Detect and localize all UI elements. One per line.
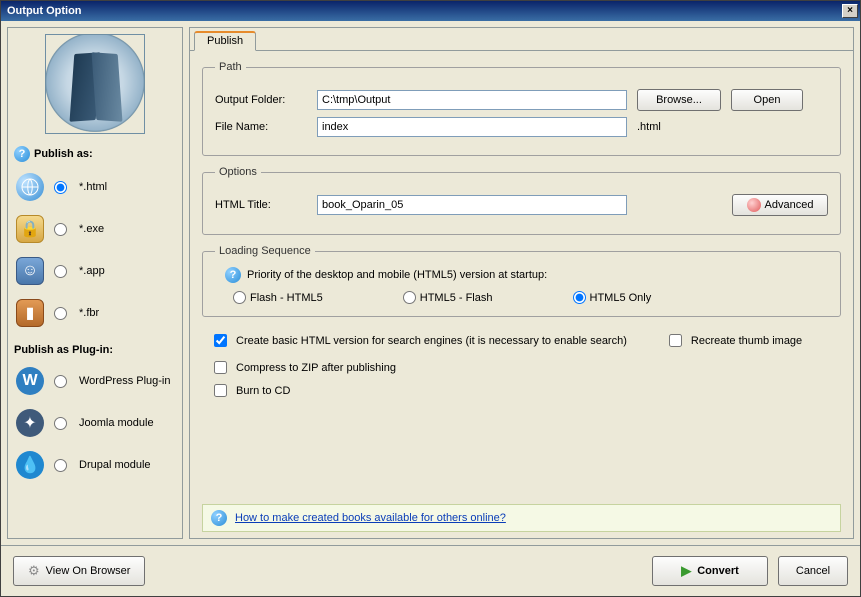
options-legend: Options (215, 166, 261, 178)
close-icon[interactable]: × (842, 4, 858, 18)
burn-check-row[interactable]: Burn to CD (210, 381, 841, 400)
burn-checkbox[interactable] (214, 384, 227, 397)
footer: ⚙ View On Browser ▶ Convert Cancel (1, 545, 860, 596)
info-link[interactable]: How to make created books available for … (235, 512, 506, 524)
package-icon: 🔒 (16, 215, 44, 243)
cancel-button[interactable]: Cancel (778, 556, 848, 586)
tab-publish-label: Publish (207, 35, 243, 47)
basic-html-check-label: Create basic HTML version for search eng… (236, 335, 627, 347)
body-area: ? Publish as: *.html 🔒 *.exe ☺ *.app (1, 21, 860, 545)
loading-flash-html5-label: Flash - HTML5 (250, 292, 323, 304)
recreate-thumb-checkbox[interactable] (669, 334, 682, 347)
publish-as-wordpress-radio[interactable] (54, 375, 67, 388)
publish-as-drupal-radio[interactable] (54, 459, 67, 472)
publish-as-exe-row[interactable]: 🔒 *.exe (14, 210, 176, 248)
publish-as-app-row[interactable]: ☺ *.app (14, 252, 176, 290)
joomla-icon: ✦ (16, 409, 44, 437)
recreate-thumb-check-label: Recreate thumb image (691, 335, 802, 347)
book-icon: ▮ (16, 299, 44, 327)
publish-as-wordpress-label: WordPress Plug-in (79, 375, 171, 387)
loading-sequence-group: Loading Sequence ? Priority of the deskt… (202, 245, 841, 317)
convert-button[interactable]: ▶ Convert (652, 556, 768, 586)
zip-check-label: Compress to ZIP after publishing (236, 362, 396, 374)
advanced-button[interactable]: Advanced (732, 194, 828, 216)
plugin-heading: Publish as Plug-in: (14, 344, 113, 356)
book-banner-image (45, 34, 145, 134)
help-icon[interactable]: ? (211, 510, 227, 526)
info-bar: ? How to make created books available fo… (202, 504, 841, 532)
zip-checkbox[interactable] (214, 361, 227, 374)
plugin-heading-row: Publish as Plug-in: (14, 344, 176, 356)
help-icon[interactable]: ? (14, 146, 30, 162)
publish-as-exe-label: *.exe (79, 223, 104, 235)
file-name-input[interactable] (317, 117, 627, 137)
tab-publish[interactable]: Publish (194, 31, 256, 51)
drupal-icon: 💧 (16, 451, 44, 479)
loading-html5-only-radio[interactable] (573, 291, 586, 304)
browse-button[interactable]: Browse... (637, 89, 721, 111)
loading-html5-flash-radio[interactable] (403, 291, 416, 304)
publish-as-fbr-label: *.fbr (79, 307, 99, 319)
open-button[interactable]: Open (731, 89, 803, 111)
html-title-label: HTML Title: (215, 199, 307, 211)
recreate-thumb-check-row[interactable]: Recreate thumb image (665, 331, 802, 350)
publish-as-heading: Publish as: (34, 148, 93, 160)
loading-flash-html5-row[interactable]: Flash - HTML5 (233, 291, 323, 304)
finder-icon: ☺ (16, 257, 44, 285)
path-legend: Path (215, 61, 246, 73)
path-group: Path Output Folder: Browse... Open File … (202, 61, 841, 156)
file-name-label: File Name: (215, 121, 307, 133)
publish-as-app-radio[interactable] (54, 265, 67, 278)
gear-icon: ⚙ (28, 563, 40, 579)
loading-html5-flash-label: HTML5 - Flash (420, 292, 493, 304)
extra-checks: Create basic HTML version for search eng… (202, 327, 841, 404)
loading-html5-only-label: HTML5 Only (590, 292, 652, 304)
loading-legend: Loading Sequence (215, 245, 315, 257)
zip-check-row[interactable]: Compress to ZIP after publishing (210, 358, 841, 377)
loading-flash-html5-radio[interactable] (233, 291, 246, 304)
loading-html5-flash-row[interactable]: HTML5 - Flash (403, 291, 493, 304)
loading-html5-only-row[interactable]: HTML5 Only (573, 291, 652, 304)
output-folder-label: Output Folder: (215, 94, 307, 106)
publish-as-exe-radio[interactable] (54, 223, 67, 236)
tab-publish-page: Path Output Folder: Browse... Open File … (190, 51, 853, 538)
burn-check-label: Burn to CD (236, 385, 290, 397)
publish-as-html-label: *.html (79, 181, 107, 193)
help-icon[interactable]: ? (225, 267, 241, 283)
titlebar: Output Option × (1, 1, 860, 21)
globe-icon (16, 173, 44, 201)
publish-as-heading-row: ? Publish as: (14, 146, 176, 162)
publish-as-drupal-row[interactable]: 💧 Drupal module (14, 446, 176, 484)
basic-html-check-row[interactable]: Create basic HTML version for search eng… (210, 331, 627, 350)
html-title-input[interactable] (317, 195, 627, 215)
publish-as-fbr-radio[interactable] (54, 307, 67, 320)
publish-as-drupal-label: Drupal module (79, 459, 151, 471)
file-name-suffix: .html (637, 121, 661, 133)
options-group: Options HTML Title: Advanced (202, 166, 841, 235)
play-icon: ▶ (681, 563, 691, 579)
advanced-icon (747, 198, 761, 212)
main-panel: Publish Path Output Folder: Browse... Op… (189, 27, 854, 539)
sidebar: ? Publish as: *.html 🔒 *.exe ☺ *.app (7, 27, 183, 539)
publish-as-html-row[interactable]: *.html (14, 168, 176, 206)
publish-as-joomla-row[interactable]: ✦ Joomla module (14, 404, 176, 442)
loading-priority-text: Priority of the desktop and mobile (HTML… (247, 269, 547, 281)
output-option-window: Output Option × ? Publish as: *.html 🔒 *… (0, 0, 861, 597)
wordpress-icon: W (16, 367, 44, 395)
window-title: Output Option (7, 5, 842, 17)
publish-as-joomla-radio[interactable] (54, 417, 67, 430)
basic-html-checkbox[interactable] (214, 334, 227, 347)
publish-as-app-label: *.app (79, 265, 105, 277)
publish-as-html-radio[interactable] (54, 181, 67, 194)
publish-as-wordpress-row[interactable]: W WordPress Plug-in (14, 362, 176, 400)
publish-as-fbr-row[interactable]: ▮ *.fbr (14, 294, 176, 332)
view-on-browser-button[interactable]: ⚙ View On Browser (13, 556, 145, 586)
tabstrip: Publish (190, 28, 853, 51)
publish-as-joomla-label: Joomla module (79, 417, 154, 429)
output-folder-input[interactable] (317, 90, 627, 110)
